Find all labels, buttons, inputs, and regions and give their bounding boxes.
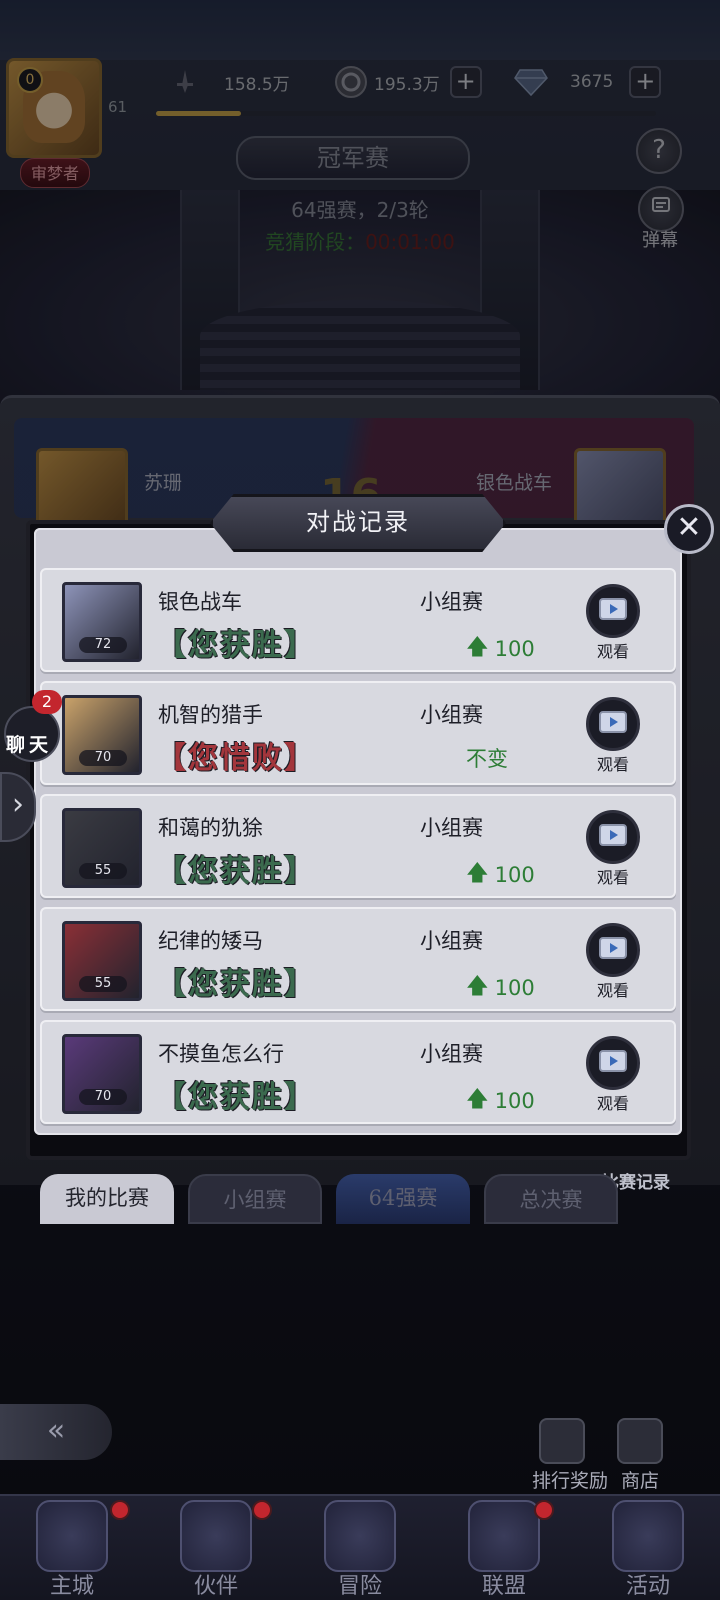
opponent-level: 55: [79, 976, 127, 992]
back-button[interactable]: «: [0, 1404, 112, 1460]
cards-icon: [612, 1500, 684, 1572]
arrow-up-icon: 🡅: [466, 635, 489, 660]
watch-label: 观看: [596, 981, 629, 1000]
watch-replay-button[interactable]: [586, 697, 640, 751]
tab-top-64[interactable]: 64强赛: [336, 1174, 470, 1224]
notification-dot: [534, 1500, 554, 1520]
opponent-level: 55: [79, 863, 127, 879]
score-change-value: 100: [494, 637, 535, 661]
watch-replay-button[interactable]: [586, 810, 640, 864]
cards-icon: [617, 1418, 663, 1464]
watch-replay-button[interactable]: [586, 584, 640, 638]
witch-hat-icon: [180, 1500, 252, 1572]
modal-title: 对战记录: [306, 508, 410, 536]
battle-record-row: 70 不摸鱼怎么行【您获胜】 小组赛 🡅 100 观看: [40, 1020, 676, 1124]
chat-button[interactable]: 2 聊天: [0, 690, 62, 770]
battle-record-row: 55 纪律的矮马【您获胜】 小组赛 🡅 100 观看: [40, 907, 676, 1011]
score-change: 🡅 100: [466, 969, 535, 1007]
battle-record-row: 72 银色战车【您获胜】 小组赛 🡅 100 观看: [40, 568, 676, 672]
opponent-name: 银色战车: [158, 590, 242, 614]
score-change-value: 100: [494, 863, 535, 887]
arrow-up-icon: 🡅: [466, 1087, 489, 1112]
battle-record-row: 55 和蔼的犰狳【您获胜】 小组赛 🡅 100 观看: [40, 794, 676, 898]
notification-dot: [252, 1500, 272, 1520]
opponent-name: 不摸鱼怎么行: [158, 1042, 284, 1066]
match-result: 【您获胜】: [156, 628, 316, 663]
match-stage: 小组赛: [420, 929, 483, 953]
play-video-icon: [598, 1047, 628, 1079]
opponent-level: 70: [79, 750, 127, 766]
battle-record-row: 70 机智的猎手【您惜败】 小组赛不变 观看: [40, 681, 676, 785]
notification-dot: [110, 1500, 130, 1520]
match-stage: 小组赛: [420, 816, 483, 840]
score-change: 🡅 100: [466, 856, 535, 894]
chat-label: 聊天: [6, 734, 53, 756]
match-stage: 小组赛: [420, 1042, 483, 1066]
arrow-up-icon: 🡅: [466, 861, 489, 886]
watch-label: 观看: [596, 868, 629, 887]
watch-replay-button[interactable]: [586, 1036, 640, 1090]
play-video-icon: [598, 934, 628, 966]
nav-label: 活动: [625, 1574, 670, 1599]
chevron-right-icon: ›: [12, 787, 24, 822]
opponent-portrait[interactable]: 55: [62, 921, 142, 1001]
score-change: 🡅 100: [466, 630, 535, 668]
watch-label: 观看: [596, 755, 629, 774]
match-result: 【您获胜】: [156, 967, 316, 1002]
arrow-up-icon: 🡅: [466, 974, 489, 999]
nav-events[interactable]: 活动: [576, 1496, 720, 1600]
play-video-icon: [598, 595, 628, 627]
nav-main-city[interactable]: 主城: [0, 1496, 144, 1600]
trophy-icon: [539, 1418, 585, 1464]
shop-button[interactable]: 商店: [610, 1418, 670, 1493]
rank-reward-label: 排行奖励: [532, 1470, 609, 1492]
match-result: 【您获胜】: [156, 1080, 316, 1115]
match-stage: 小组赛: [420, 703, 483, 727]
compass-icon: [324, 1500, 396, 1572]
shop-label: 商店: [620, 1470, 659, 1492]
nav-label: 冒险: [337, 1574, 382, 1599]
close-button[interactable]: ✕: [664, 504, 714, 554]
play-video-icon: [598, 708, 628, 740]
score-change: 🡅 100: [466, 1082, 535, 1120]
watch-label: 观看: [596, 642, 629, 661]
opponent-portrait[interactable]: 55: [62, 808, 142, 888]
tab-group-stage[interactable]: 小组赛: [188, 1174, 322, 1224]
score-change-value: 100: [494, 976, 535, 1000]
tab-finals[interactable]: 总决赛: [484, 1174, 618, 1224]
watch-label: 观看: [596, 1094, 629, 1113]
battle-record-list[interactable]: 72 银色战车 【您获胜】 小组赛 🡅 100 观看 70 机智的猎手 【您惜败】 小组赛 不变 观看 5…: [40, 568, 676, 1134]
rank-reward-button[interactable]: 排行奖励: [532, 1418, 609, 1493]
play-video-icon: [598, 821, 628, 853]
match-tabs: 我的比赛 小组赛 64强赛 总决赛: [40, 1174, 640, 1234]
close-icon: ✕: [676, 510, 702, 545]
score-change: 不变: [466, 743, 508, 773]
bottom-nav: 主城 伙伴 冒险 联盟 活动: [0, 1494, 720, 1600]
watch-replay-button[interactable]: [586, 923, 640, 977]
opponent-portrait[interactable]: 72: [62, 582, 142, 662]
shield-icon: [468, 1500, 540, 1572]
nav-label: 联盟: [481, 1574, 526, 1599]
opponent-level: 72: [79, 637, 127, 653]
match-result: 【您惜败】: [156, 741, 316, 776]
match-result: 【您获胜】: [156, 854, 316, 889]
tab-my-matches[interactable]: 我的比赛: [40, 1174, 174, 1224]
nav-partners[interactable]: 伙伴: [144, 1496, 288, 1600]
opponent-name: 纪律的矮马: [158, 929, 263, 953]
opponent-level: 70: [79, 1089, 127, 1105]
score-change-value: 100: [494, 1089, 535, 1113]
opponent-name: 机智的猎手: [158, 703, 263, 727]
back-arrow-icon: «: [46, 1413, 66, 1448]
opponent-name: 和蔼的犰狳: [158, 816, 263, 840]
score-change-value: 不变: [466, 747, 508, 771]
castle-icon: [36, 1500, 108, 1572]
nav-label: 伙伴: [193, 1574, 238, 1599]
opponent-portrait[interactable]: 70: [62, 1034, 142, 1114]
opponent-portrait[interactable]: 70: [62, 695, 142, 775]
chat-unread-badge: 2: [32, 690, 62, 714]
nav-alliance[interactable]: 联盟: [432, 1496, 576, 1600]
nav-adventure[interactable]: 冒险: [288, 1496, 432, 1600]
nav-label: 主城: [49, 1574, 94, 1599]
match-stage: 小组赛: [420, 590, 483, 614]
